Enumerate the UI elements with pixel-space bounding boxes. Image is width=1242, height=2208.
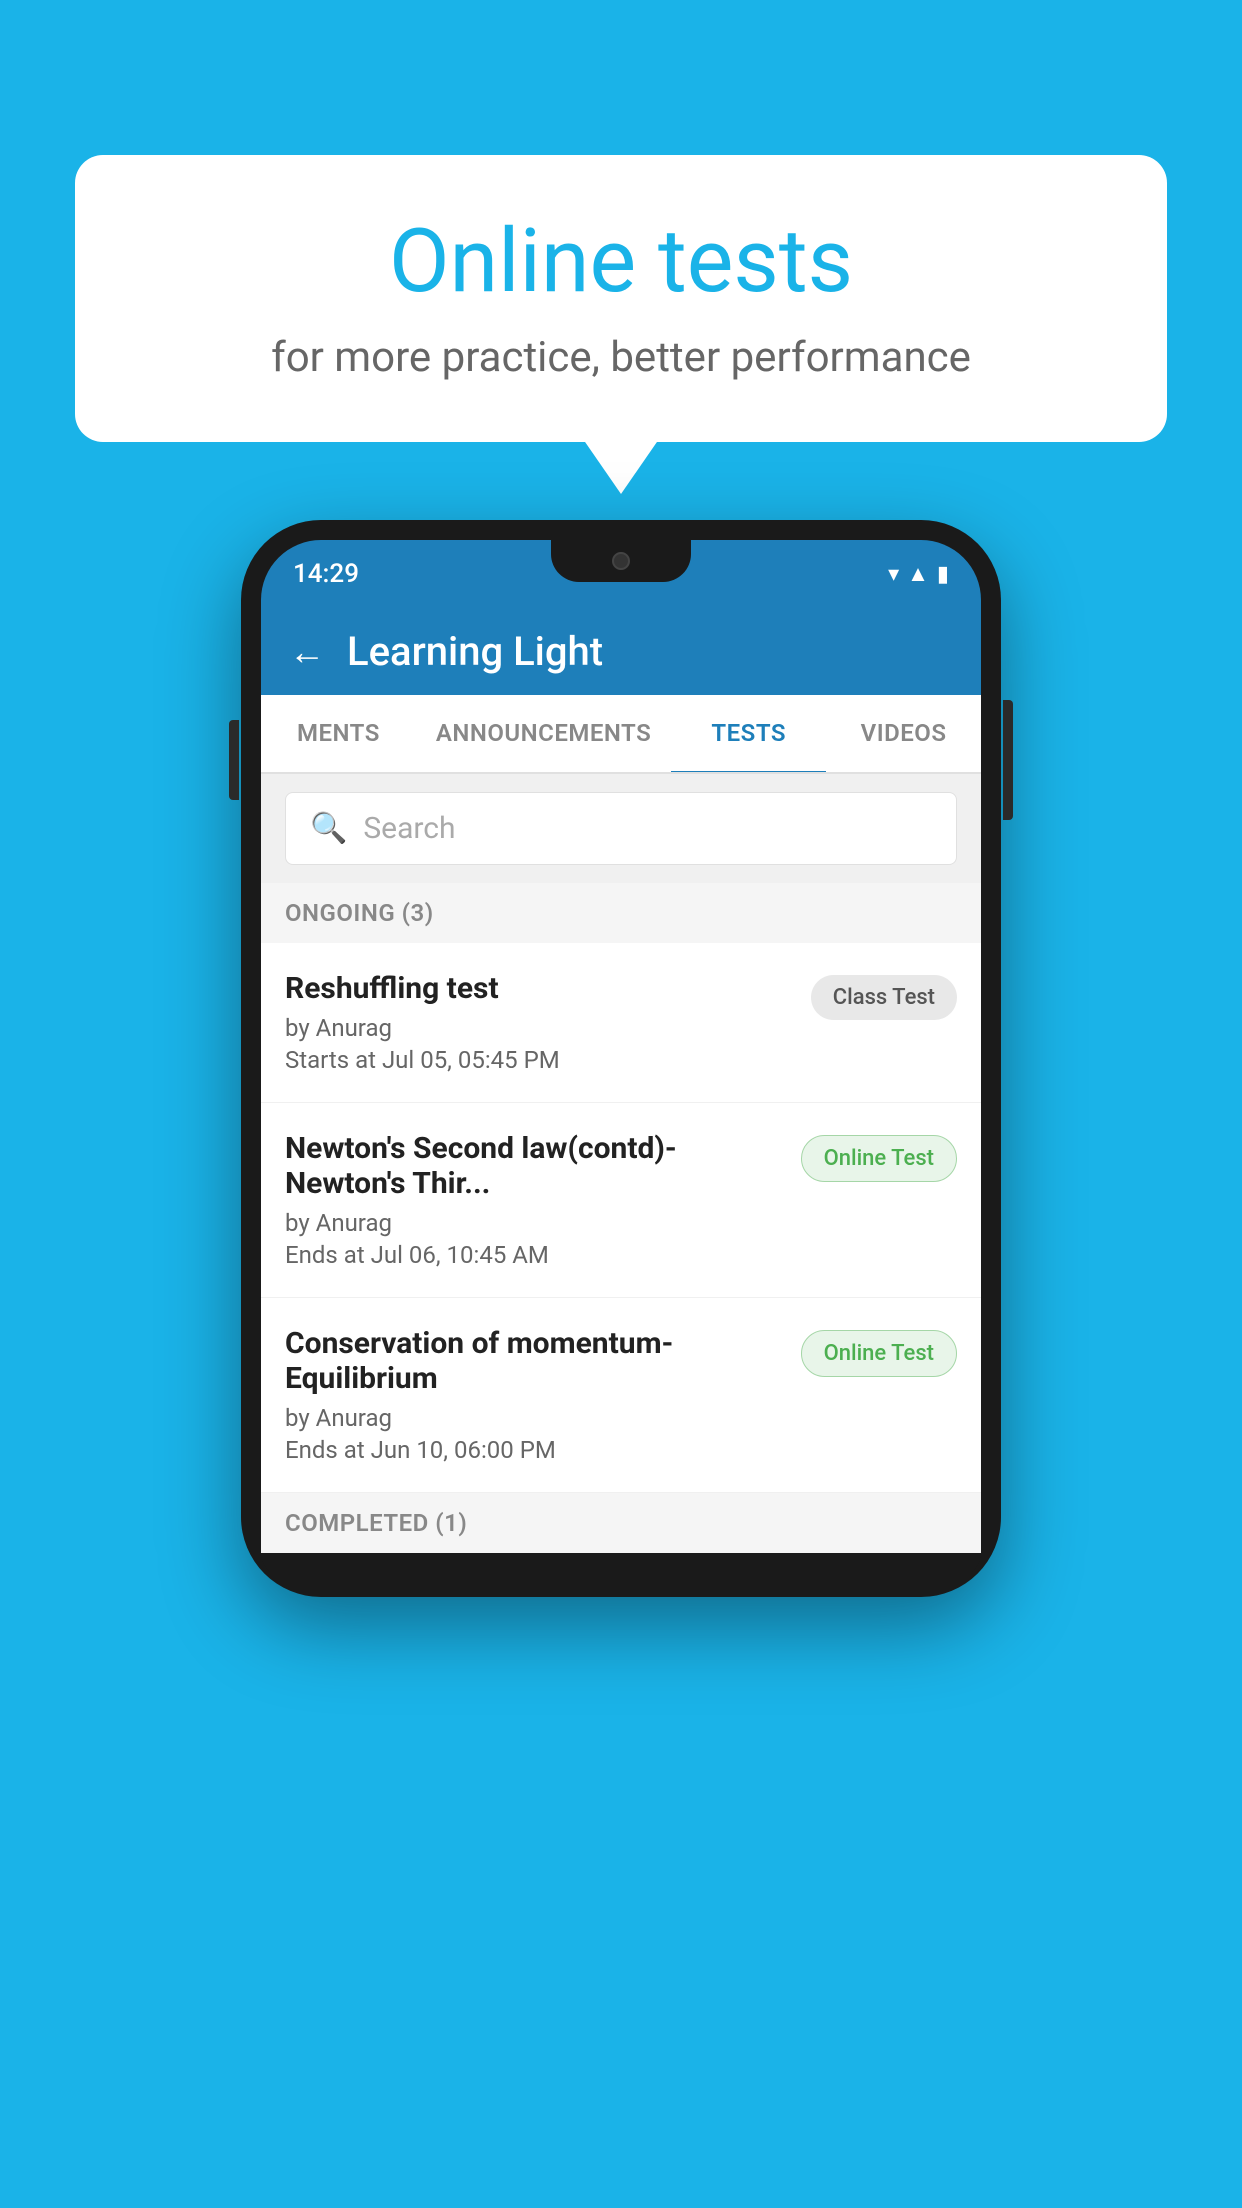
- test-badge-1: Class Test: [811, 975, 957, 1020]
- phone-bottom: [261, 1553, 981, 1577]
- tabs-container: MENTS ANNOUNCEMENTS TESTS VIDEOS: [261, 695, 981, 774]
- side-button-right: [1003, 700, 1013, 820]
- bubble-subtitle: for more practice, better performance: [135, 333, 1107, 382]
- search-input[interactable]: Search: [363, 811, 455, 846]
- bubble-title: Online tests: [135, 210, 1107, 313]
- search-icon: 🔍: [310, 811, 347, 846]
- status-time: 14:29: [293, 559, 359, 589]
- search-container: 🔍 Search: [261, 774, 981, 883]
- test-time-1: Starts at Jul 05, 05:45 PM: [285, 1046, 795, 1074]
- side-button-left: [229, 720, 239, 800]
- test-badge-2: Online Test: [801, 1135, 957, 1182]
- notch: [551, 540, 691, 582]
- test-info-2: Newton's Second law(contd)-Newton's Thir…: [285, 1131, 785, 1269]
- test-name-3: Conservation of momentum-Equilibrium: [285, 1326, 785, 1396]
- test-name-1: Reshuffling test: [285, 971, 795, 1006]
- status-bar: 14:29 ▾ ▲ ▮: [261, 540, 981, 608]
- test-time-2: Ends at Jul 06, 10:45 AM: [285, 1241, 785, 1269]
- phone-frame-wrapper: 14:29 ▾ ▲ ▮ ← Learning Light MENTS ANNOU…: [241, 520, 1001, 1597]
- test-time-3: Ends at Jun 10, 06:00 PM: [285, 1436, 785, 1464]
- speech-bubble: Online tests for more practice, better p…: [75, 155, 1167, 442]
- test-by-2: by Anurag: [285, 1209, 785, 1237]
- app-title: Learning Light: [347, 628, 603, 675]
- test-item-1[interactable]: Reshuffling test by Anurag Starts at Jul…: [261, 943, 981, 1103]
- tab-tests[interactable]: TESTS: [671, 695, 826, 774]
- test-info-1: Reshuffling test by Anurag Starts at Jul…: [285, 971, 795, 1074]
- tab-announcements[interactable]: ANNOUNCEMENTS: [416, 695, 671, 772]
- test-item-3[interactable]: Conservation of momentum-Equilibrium by …: [261, 1298, 981, 1493]
- battery-icon: ▮: [937, 562, 949, 587]
- section-ongoing-header: ONGOING (3): [261, 883, 981, 943]
- test-by-1: by Anurag: [285, 1014, 795, 1042]
- status-icons: ▾ ▲ ▮: [888, 561, 949, 587]
- back-button[interactable]: ←: [289, 631, 325, 673]
- wifi-icon: ▾: [888, 562, 899, 587]
- tab-ments[interactable]: MENTS: [261, 695, 416, 772]
- test-by-3: by Anurag: [285, 1404, 785, 1432]
- test-info-3: Conservation of momentum-Equilibrium by …: [285, 1326, 785, 1464]
- test-name-2: Newton's Second law(contd)-Newton's Thir…: [285, 1131, 785, 1201]
- tab-videos[interactable]: VIDEOS: [826, 695, 981, 772]
- test-item-2[interactable]: Newton's Second law(contd)-Newton's Thir…: [261, 1103, 981, 1298]
- section-completed-header: COMPLETED (1): [261, 1493, 981, 1553]
- phone-frame: 14:29 ▾ ▲ ▮ ← Learning Light MENTS ANNOU…: [241, 520, 1001, 1597]
- search-bar[interactable]: 🔍 Search: [285, 792, 957, 865]
- camera: [612, 552, 630, 570]
- signal-icon: ▲: [907, 561, 929, 587]
- app-screen: ← Learning Light MENTS ANNOUNCEMENTS TES…: [261, 608, 981, 1553]
- test-badge-3: Online Test: [801, 1330, 957, 1377]
- app-header: ← Learning Light: [261, 608, 981, 695]
